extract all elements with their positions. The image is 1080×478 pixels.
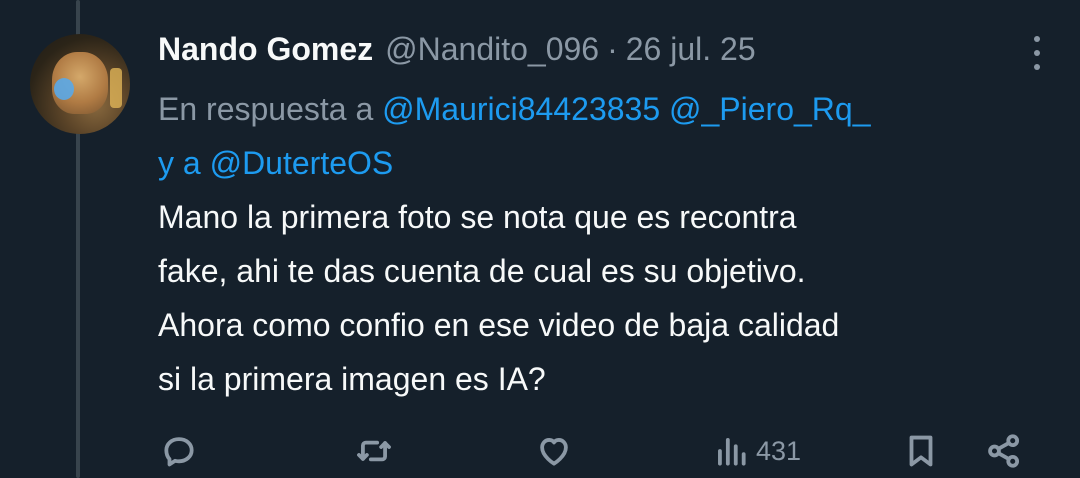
share-icon — [988, 434, 1020, 468]
author-handle[interactable]: @Nandito_096 — [385, 31, 599, 68]
views-icon — [718, 438, 746, 466]
header-separator: · — [607, 30, 618, 67]
action-bar: 431 — [0, 420, 1080, 478]
mention-link[interactable]: @Maurici84423835 — [382, 91, 660, 127]
reply-button[interactable] — [160, 432, 198, 470]
author-name[interactable]: Nando Gomez — [158, 31, 373, 68]
retweet-button[interactable] — [355, 432, 393, 470]
tweet-header: Nando Gomez @Nandito_096 · 26 jul. 25 — [158, 26, 756, 72]
share-button[interactable] — [985, 432, 1023, 470]
more-options-icon[interactable] — [1032, 36, 1042, 70]
bookmark-icon — [909, 435, 933, 467]
tweet-body-line: fake, ahi te das cuenta de cual es su ob… — [158, 253, 806, 289]
tweet-body-line: Mano la primera foto se nota que es reco… — [158, 199, 797, 235]
reply-icon — [164, 437, 194, 467]
heart-icon — [540, 438, 568, 466]
reply-context: En respuesta a @Maurici84423835 @_Piero_… — [158, 82, 1048, 190]
tweet-body-line: Ahora como confio en ese video de baja c… — [158, 307, 840, 343]
views-button[interactable]: 431 — [712, 432, 801, 470]
reply-prefix: En respuesta a — [158, 91, 374, 127]
retweet-icon — [357, 440, 391, 462]
avatar-mask — [54, 78, 74, 100]
tweet-body: Mano la primera foto se nota que es reco… — [158, 190, 1058, 406]
bookmark-button[interactable] — [902, 432, 940, 470]
mention-link[interactable]: @DuterteOS — [210, 145, 394, 181]
views-count: 431 — [756, 435, 802, 466]
mention-joiner: y a — [158, 145, 201, 181]
avatar-light — [110, 68, 122, 108]
mention-link[interactable]: @_Piero_Rq_ — [669, 91, 870, 127]
avatar[interactable] — [30, 34, 130, 134]
tweet-body-line: si la primera imagen es IA? — [158, 361, 546, 397]
tweet-date[interactable]: 26 jul. 25 — [626, 31, 756, 68]
like-button[interactable] — [535, 432, 573, 470]
